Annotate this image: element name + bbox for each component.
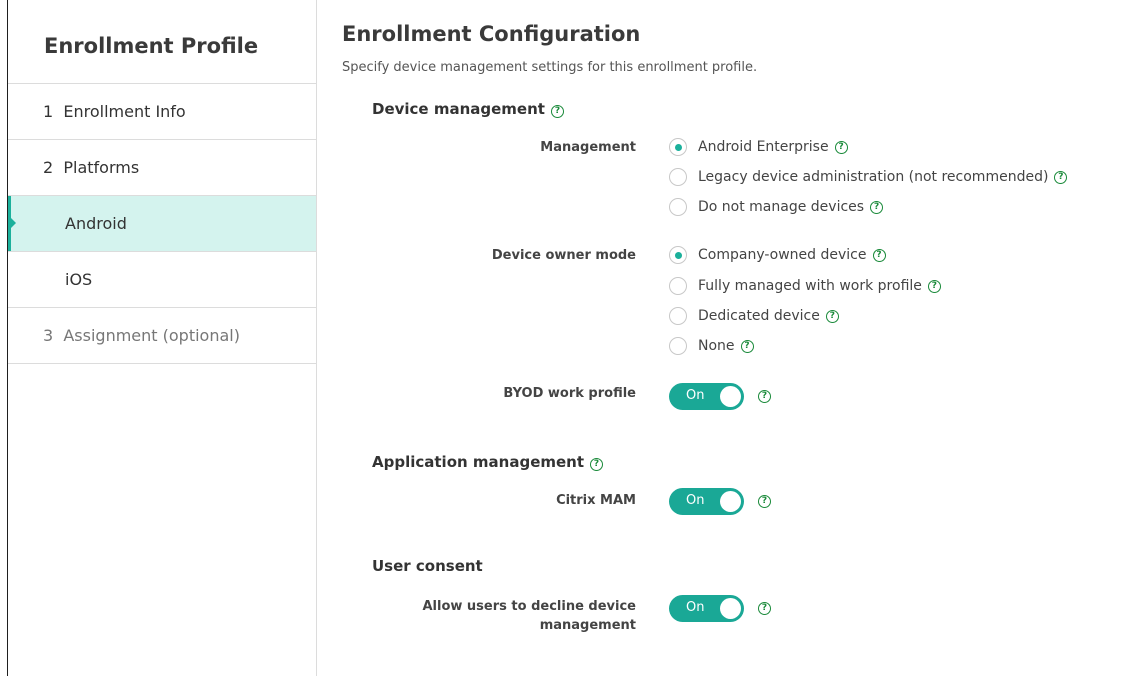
toggle-state-label: On — [686, 493, 705, 508]
radio-do-not-manage-devices[interactable]: Do not manage devices ? — [669, 197, 884, 217]
radio-label: Android Enterprise — [698, 139, 829, 155]
citrix-mam-label: Citrix MAM — [556, 493, 636, 508]
enrollment-profile-sidebar: Enrollment Profile 1 Enrollment Info 2 P… — [8, 0, 317, 676]
radio-label: Fully managed with work profile — [698, 278, 922, 294]
radio-fully-managed-with-work-profile[interactable]: Fully managed with work profile ? — [669, 276, 941, 296]
sidebar-item-assignment[interactable]: 3 Assignment (optional) — [8, 308, 316, 364]
radio-button[interactable] — [669, 168, 687, 186]
sidebar-item-platforms[interactable]: 2 Platforms — [8, 140, 316, 196]
sidebar-item-label: Android — [65, 214, 127, 233]
radio-button[interactable] — [669, 277, 687, 295]
toggle-state-label: On — [686, 600, 705, 615]
radio-company-owned-device[interactable]: Company-owned device ? — [669, 245, 886, 265]
byod-work-profile-row: On ? — [669, 383, 771, 410]
radio-label: Dedicated device — [698, 308, 820, 324]
section-title-user-consent: User consent — [372, 557, 483, 575]
sidebar-title: Enrollment Profile — [8, 0, 316, 84]
device-owner-mode-label: Device owner mode — [491, 248, 636, 263]
toggle-knob — [720, 598, 741, 619]
byod-work-profile-label: BYOD work profile — [503, 386, 636, 401]
sidebar-item-ios[interactable]: iOS — [8, 252, 316, 308]
allow-decline-row: On ? — [669, 595, 771, 622]
help-icon[interactable]: ? — [590, 458, 604, 471]
help-icon[interactable]: ? — [740, 339, 754, 353]
radio-none[interactable]: None ? — [669, 336, 754, 356]
radio-legacy-device-administration[interactable]: Legacy device administration (not recomm… — [669, 167, 1068, 187]
radio-dedicated-device[interactable]: Dedicated device ? — [669, 306, 839, 326]
sidebar-item-android[interactable]: Android — [8, 196, 316, 252]
byod-work-profile-toggle[interactable]: On — [669, 383, 744, 410]
radio-button[interactable] — [669, 337, 687, 355]
help-icon[interactable]: ? — [870, 200, 884, 214]
section-title-application-management: Application management? — [372, 453, 604, 471]
help-icon[interactable]: ? — [1054, 170, 1068, 184]
help-icon[interactable]: ? — [872, 248, 886, 262]
radio-button[interactable] — [669, 138, 687, 156]
help-icon[interactable]: ? — [927, 279, 941, 293]
help-icon[interactable]: ? — [758, 390, 771, 403]
active-indicator — [8, 196, 16, 251]
radio-button[interactable] — [669, 246, 687, 264]
section-title-device-management: Device management? — [372, 100, 564, 118]
help-icon[interactable]: ? — [758, 602, 771, 615]
radio-label: Legacy device administration (not recomm… — [698, 169, 1049, 185]
page-subtitle: Specify device management settings for t… — [342, 60, 758, 75]
citrix-mam-toggle[interactable]: On — [669, 488, 744, 515]
radio-button[interactable] — [669, 198, 687, 216]
radio-android-enterprise[interactable]: Android Enterprise ? — [669, 137, 848, 157]
help-icon[interactable]: ? — [834, 140, 848, 154]
help-icon[interactable]: ? — [825, 309, 839, 323]
radio-label: Do not manage devices — [698, 199, 865, 215]
management-label: Management — [540, 140, 636, 155]
allow-decline-toggle[interactable]: On — [669, 595, 744, 622]
radio-button[interactable] — [669, 307, 687, 325]
help-icon[interactable]: ? — [550, 105, 564, 118]
toggle-knob — [720, 386, 741, 407]
radio-label: Company-owned device — [698, 247, 867, 263]
citrix-mam-row: On ? — [669, 488, 771, 515]
page-title: Enrollment Configuration — [342, 22, 641, 46]
radio-label: None — [698, 338, 735, 354]
toggle-knob — [720, 491, 741, 512]
allow-decline-label: Allow users to decline device management — [422, 599, 636, 633]
help-icon[interactable]: ? — [758, 495, 771, 508]
toggle-state-label: On — [686, 388, 705, 403]
enrollment-configuration-panel: Enrollment Configuration Specify device … — [318, 0, 1141, 676]
sidebar-item-enrollment-info[interactable]: 1 Enrollment Info — [8, 84, 316, 140]
